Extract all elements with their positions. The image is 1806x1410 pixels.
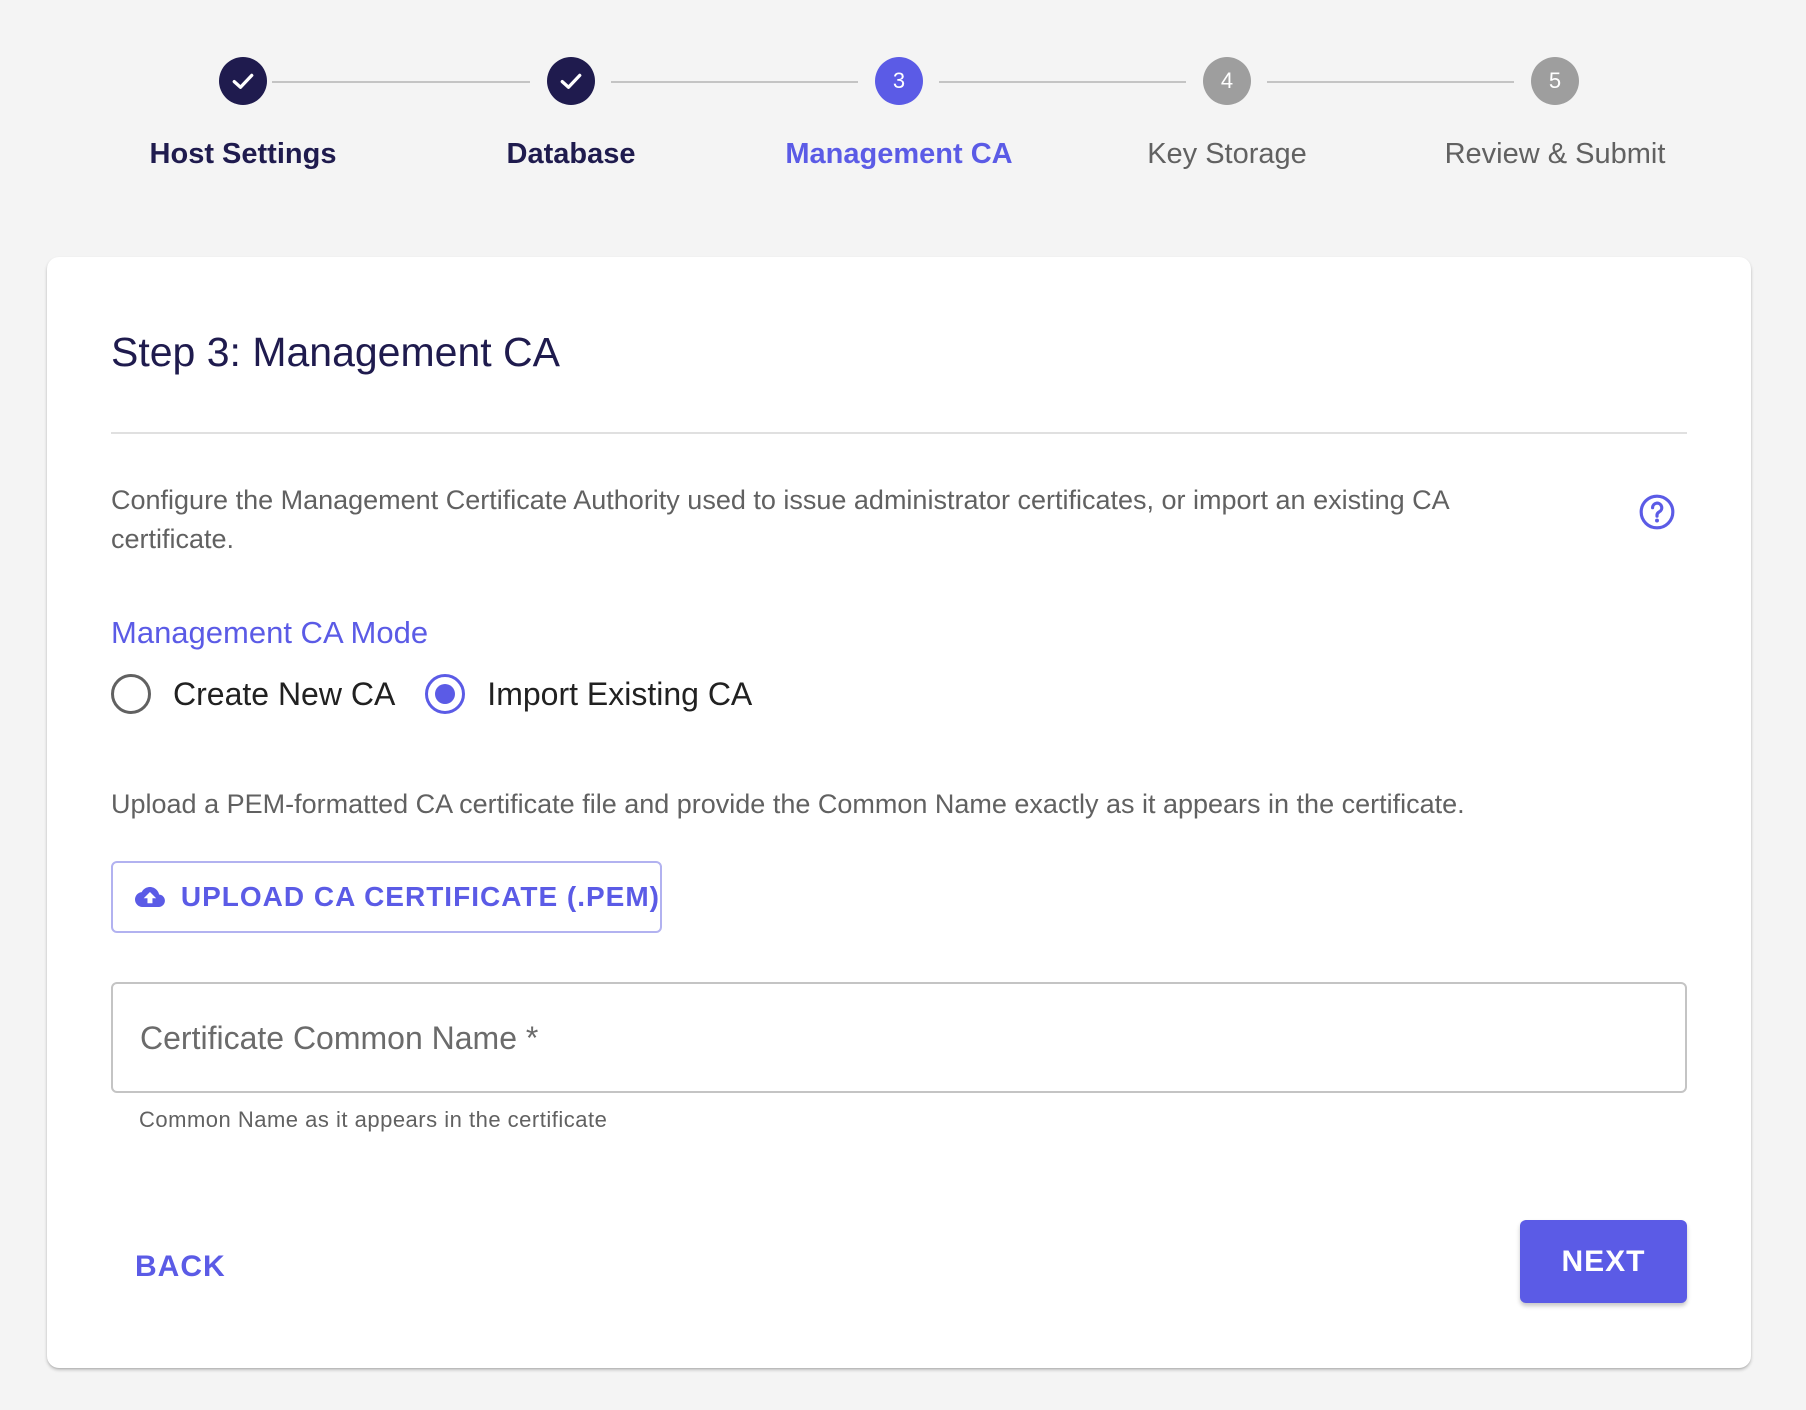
- form-card: Step 3: Management CA Configure the Mana…: [47, 257, 1751, 1368]
- radio-import-existing-ca[interactable]: Import Existing CA: [425, 674, 752, 714]
- step-number: 5: [1548, 68, 1562, 93]
- upload-instructions: Upload a PEM-formatted CA certificate fi…: [111, 789, 1465, 819]
- check-icon: [560, 73, 582, 89]
- step-2-label[interactable]: Database: [411, 138, 731, 171]
- step-connector: [939, 81, 1186, 83]
- next-button[interactable]: NEXT: [1520, 1220, 1687, 1303]
- step-number: 3: [892, 68, 906, 93]
- common-name-input[interactable]: [113, 984, 1685, 1091]
- step-5-label: Review & Submit: [1444, 138, 1666, 170]
- step-connector: [1267, 81, 1514, 83]
- stepper: 3 4 5 Host Settings Database Management …: [0, 0, 1806, 200]
- back-button[interactable]: BACK: [117, 1237, 244, 1297]
- upload-button-label: UPLOAD CA CERTIFICATE (.PEM): [180, 881, 660, 912]
- cloud-upload-icon: [135, 887, 165, 907]
- common-name-field[interactable]: Certificate Common Name *: [111, 982, 1687, 1093]
- step-5-circle: 5: [1531, 57, 1579, 105]
- radio-label: Import Existing CA: [487, 675, 753, 712]
- common-name-helper-text: Common Name as it appears in the certifi…: [139, 1107, 608, 1132]
- upload-certificate-button[interactable]: UPLOAD CA CERTIFICATE (.PEM): [111, 861, 662, 933]
- radio-checked-icon[interactable]: [425, 674, 466, 714]
- check-icon: [232, 73, 254, 89]
- step-connector: [611, 81, 858, 83]
- step-1-label[interactable]: Host Settings: [83, 138, 403, 171]
- step-connector: [272, 81, 530, 83]
- step-number: 4: [1220, 68, 1234, 93]
- page-title: Step 3: Management CA: [111, 329, 560, 375]
- radio-unchecked-icon[interactable]: [111, 674, 151, 714]
- step-2-circle[interactable]: [547, 57, 595, 105]
- step-1-circle[interactable]: [219, 57, 267, 105]
- step-3-label[interactable]: Management CA: [739, 138, 1059, 171]
- ca-mode-radio-group: Create New CA Import Existing CA: [111, 672, 782, 716]
- description-text: Configure the Management Certificate Aut…: [111, 485, 1449, 554]
- step-4-circle: 4: [1203, 57, 1251, 105]
- step-3-circle[interactable]: 3: [875, 57, 923, 105]
- radio-create-new-ca[interactable]: Create New CA: [111, 674, 395, 714]
- step-4-label: Key Storage: [1147, 138, 1307, 170]
- help-circle-icon[interactable]: [1638, 493, 1676, 531]
- radio-label: Create New CA: [173, 675, 396, 712]
- divider: [111, 432, 1687, 434]
- radio-dot: [435, 684, 456, 704]
- mode-label: Management CA Mode: [111, 615, 429, 650]
